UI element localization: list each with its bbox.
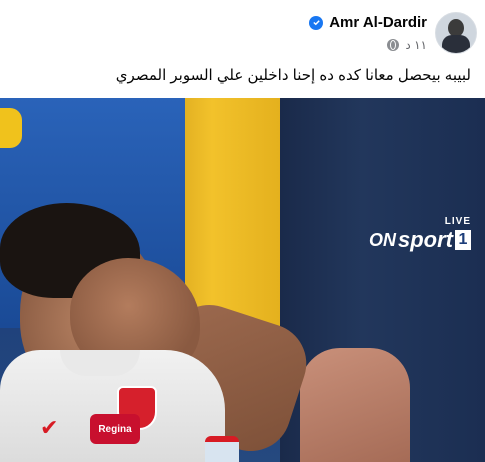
- verified-icon: [309, 15, 324, 30]
- channel-brand: ON sport 1: [369, 227, 471, 253]
- water-bottle: [205, 436, 239, 462]
- author-row: Amr Al-Dardir: [309, 14, 427, 31]
- sponsor-badge: Regina: [90, 414, 140, 444]
- swoosh-icon: ✔: [40, 415, 59, 440]
- globe-icon: [387, 39, 400, 51]
- facebook-post: Amr Al-Dardir ١١ د لبيبه بيحصل معانا كده…: [0, 0, 485, 462]
- channel-sport: sport: [398, 227, 453, 252]
- post-image[interactable]: ✔ Regina LIVE ON sport 1: [0, 98, 485, 462]
- channel-on: ON: [369, 229, 396, 250]
- seat-edge: [0, 108, 22, 148]
- person-arm: [300, 348, 410, 462]
- author-name[interactable]: Amr Al-Dardir: [329, 14, 427, 31]
- channel-logo: LIVE ON sport 1: [369, 216, 471, 256]
- channel-number: 1: [455, 230, 471, 250]
- live-label: LIVE: [444, 216, 471, 227]
- post-meta: ١١ د: [387, 38, 427, 52]
- post-header: Amr Al-Dardir ١١ د: [0, 0, 485, 62]
- author-avatar[interactable]: [435, 12, 477, 54]
- post-caption: لبيبه بيحصل معانا كده ده إحنا داخلين علي…: [115, 67, 471, 84]
- avatar-body: [442, 35, 470, 53]
- post-timestamp[interactable]: ١١ د: [405, 38, 427, 52]
